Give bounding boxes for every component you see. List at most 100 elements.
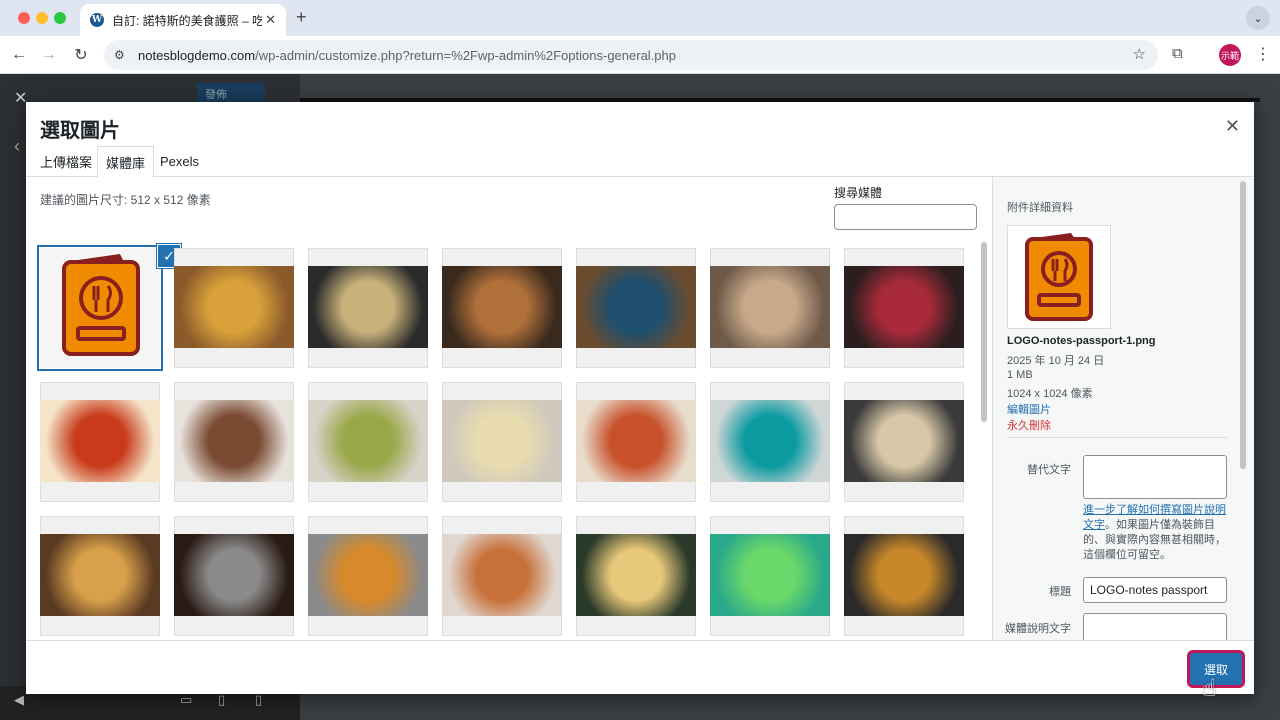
modal-close-icon[interactable]: ✕	[1225, 116, 1240, 137]
new-tab-button[interactable]: +	[296, 7, 307, 28]
extensions-icon[interactable]: ⧉	[1172, 45, 1183, 62]
size-hint: 建議的圖片尺寸: 512 x 512 像素	[40, 193, 211, 207]
tab-search-button[interactable]: ⌄	[1246, 6, 1270, 30]
alt-text-label: 替代文字	[1027, 464, 1071, 476]
food-photo	[174, 534, 294, 616]
details-size: 1 MB	[1007, 369, 1033, 381]
media-item-beer-bar[interactable]	[40, 516, 160, 636]
modal-tabs: 上傳檔案 媒體庫 Pexels	[26, 146, 1254, 178]
media-item-platter-overhead[interactable]	[174, 516, 294, 636]
caption-field[interactable]	[1083, 613, 1227, 640]
tablet-preview-icon[interactable]: ▯	[218, 692, 225, 708]
media-item-food-tray-hands[interactable]	[844, 382, 964, 502]
hide-controls-icon[interactable]: ◀	[14, 692, 24, 708]
food-photo	[40, 534, 160, 616]
media-item-borscht-soup[interactable]	[40, 382, 160, 502]
hand-cursor-icon: ☝	[1202, 675, 1217, 702]
food-photo	[710, 534, 830, 616]
wordpress-icon: W	[90, 13, 104, 27]
food-photo	[576, 400, 696, 482]
passport-logo-icon	[62, 254, 140, 356]
details-dimensions: 1024 x 1024 像素	[1007, 388, 1093, 400]
search-label: 搜尋媒體	[834, 186, 883, 200]
tab-upload[interactable]: 上傳檔案	[32, 146, 100, 177]
browser-menu-icon[interactable]: ⋮	[1255, 44, 1271, 64]
media-item-burger-fries[interactable]	[174, 248, 294, 368]
details-heading: 附件詳細資料	[1007, 202, 1073, 214]
media-modal: 選取圖片 ✕ 上傳檔案 媒體庫 Pexels 建議的圖片尺寸: 512 x 51…	[26, 102, 1254, 694]
food-photo	[710, 266, 830, 348]
details-date: 2025 年 10 月 24 日	[1007, 355, 1105, 367]
address-bar[interactable]: ⚙ notesblogdemo.com/wp-admin/customize.p…	[104, 40, 1158, 70]
media-item-tacos-lime[interactable]	[576, 516, 696, 636]
media-item-tacos-board[interactable]	[844, 516, 964, 636]
media-item-fried-chicken-plate[interactable]	[576, 248, 696, 368]
forward-button[interactable]: →	[38, 44, 60, 66]
media-item-tiramisu-dessert[interactable]	[174, 382, 294, 502]
food-photo	[844, 400, 964, 482]
alt-text-help: 進一步了解如何撰寫圖片說明文字。如果圖片僅為裝飾目的、與實際內容無甚相關時，這個…	[1083, 504, 1226, 561]
media-item-grilled-meat-platter[interactable]	[710, 248, 830, 368]
food-photo	[844, 534, 964, 616]
media-item-risotto-plate[interactable]	[442, 382, 562, 502]
food-photo	[174, 266, 294, 348]
back-button[interactable]: ←	[8, 44, 30, 66]
media-item-teal-bowl-berries[interactable]	[710, 382, 830, 502]
tab-media-library[interactable]: 媒體庫	[97, 146, 155, 178]
food-photo	[308, 266, 428, 348]
delete-permanently-link[interactable]: 永久刪除	[1007, 417, 1051, 433]
food-photo	[710, 400, 830, 482]
grid-scrollbar[interactable]	[981, 242, 987, 422]
tab-pexels[interactable]: Pexels	[152, 146, 207, 177]
bookmark-star-icon[interactable]: ☆	[1133, 45, 1146, 63]
tab-close-icon[interactable]: ✕	[265, 12, 276, 28]
window-minimize-button[interactable]	[36, 12, 48, 24]
window-close-button[interactable]	[18, 12, 30, 24]
food-photo	[576, 534, 696, 616]
search-input[interactable]	[834, 204, 977, 230]
details-filename: LOGO-notes-passport-1.png	[1007, 335, 1156, 347]
title-label: 標題	[1049, 586, 1071, 598]
details-divider	[1007, 437, 1227, 438]
media-item-hotpot-beef[interactable]	[844, 248, 964, 368]
food-photo	[442, 266, 562, 348]
media-item-pasta-dishes[interactable]	[308, 382, 428, 502]
media-item-ramen-bowl[interactable]	[308, 248, 428, 368]
back-chevron-icon[interactable]: ‹	[14, 136, 20, 157]
media-item-decorated-eggs[interactable]	[710, 516, 830, 636]
media-item-curry-bowl[interactable]	[308, 516, 428, 636]
food-photo	[308, 534, 428, 616]
food-photo	[40, 400, 160, 482]
browser-toolbar: ← → ↻ ⚙ notesblogdemo.com/wp-admin/custo…	[0, 36, 1280, 74]
food-photo	[308, 400, 428, 482]
mobile-preview-icon[interactable]: ▯	[255, 692, 262, 708]
caption-label: 媒體說明文字	[1005, 623, 1071, 635]
browser-tab-bar: W 自訂: 諾特斯的美食護照 – 吃遍 ✕ + ⌄	[0, 0, 1280, 36]
food-photo	[576, 266, 696, 348]
food-photo	[442, 400, 562, 482]
passport-logo-icon	[1025, 233, 1093, 321]
media-item-beef-noodle-soup[interactable]	[442, 248, 562, 368]
media-item-pepperoni-pizza[interactable]	[576, 382, 696, 502]
food-photo	[442, 534, 562, 616]
profile-avatar[interactable]: 示範	[1219, 44, 1241, 66]
details-thumbnail	[1007, 225, 1111, 329]
media-item-logo-passport[interactable]: ✓	[40, 244, 181, 368]
browser-tab[interactable]: W 自訂: 諾特斯的美食護照 – 吃遍 ✕	[80, 4, 286, 36]
food-photo	[174, 400, 294, 482]
site-info-icon[interactable]: ⚙	[114, 48, 130, 62]
food-photo	[844, 266, 964, 348]
reload-button[interactable]: ↻	[70, 44, 92, 66]
browser-tab-title: 自訂: 諾特斯的美食護照 – 吃遍	[112, 13, 262, 28]
window-maximize-button[interactable]	[54, 12, 66, 24]
desktop-preview-icon[interactable]: ▭	[180, 692, 192, 708]
edit-image-link[interactable]: 編輯圖片	[1007, 401, 1051, 417]
alt-text-field[interactable]	[1083, 455, 1227, 499]
media-grid: ✓	[26, 238, 992, 640]
media-item-shrimp-noodles[interactable]	[442, 516, 562, 636]
title-field[interactable]: LOGO-notes passport	[1083, 577, 1227, 603]
details-scrollbar[interactable]	[1240, 181, 1246, 469]
modal-footer: 選取	[26, 640, 1254, 694]
url-text: notesblogdemo.com/wp-admin/customize.php…	[138, 47, 676, 63]
modal-title: 選取圖片	[40, 120, 120, 142]
